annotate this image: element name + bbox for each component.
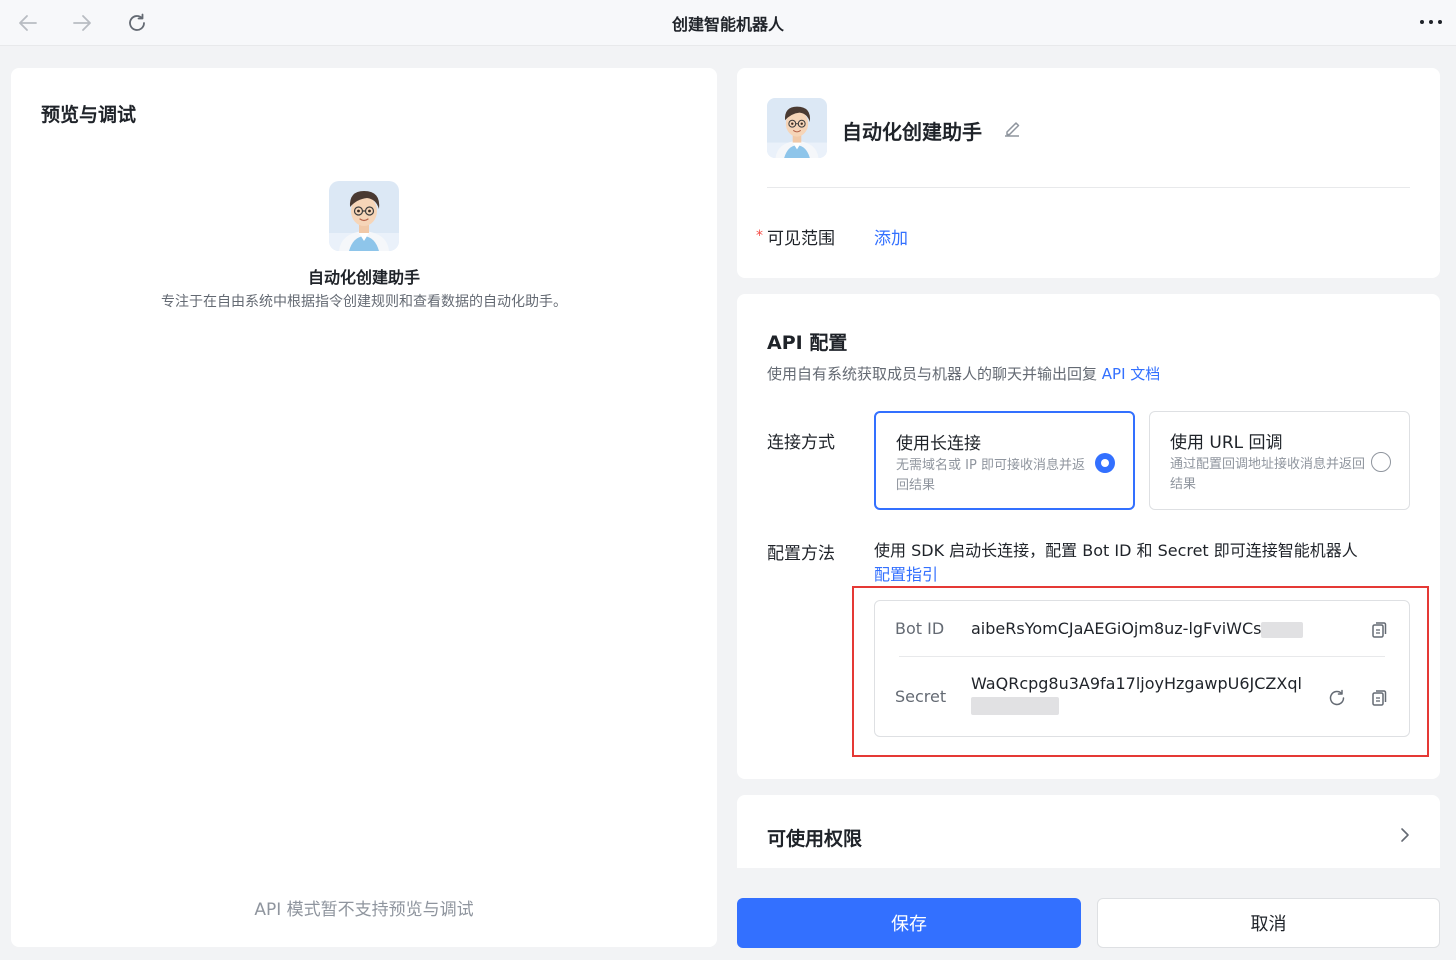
api-desc-text: 使用自有系统获取成员与机器人的聊天并输出回复: [767, 365, 1098, 383]
title-bar: 创建智能机器人: [0, 0, 1456, 46]
bot-name: 自动化创建助手: [307, 268, 420, 287]
option-long-connection[interactable]: 使用长连接 无需域名或 IP 即可接收消息并返回结果: [874, 411, 1135, 510]
refresh-icon[interactable]: [1327, 688, 1347, 708]
preview-unsupported-notice: API 模式暂不支持预览与调试: [254, 900, 474, 920]
option-description: 无需域名或 IP 即可接收消息并返回结果: [896, 458, 1085, 493]
visibility-label: 可见范围: [767, 229, 835, 249]
api-doc-link[interactable]: API 文档: [1102, 365, 1161, 383]
config-guide-link[interactable]: 配置指引: [874, 565, 938, 584]
bot-id-text: aibeRsYomCJaAEGiOjm8uz-lgFviWCs: [971, 619, 1262, 638]
permissions-card[interactable]: 可使用权限: [737, 795, 1440, 868]
api-config-title: API 配置: [767, 332, 848, 354]
radio-unselected[interactable]: [1371, 452, 1391, 472]
api-config-card: API 配置 使用自有系统获取成员与机器人的聊天并输出回复 API 文档 连接方…: [737, 294, 1440, 779]
divider: [899, 656, 1385, 657]
more-icon[interactable]: [1416, 8, 1446, 36]
bot-avatar: [329, 181, 399, 251]
bot-name-heading: 自动化创建助手: [842, 120, 982, 144]
secret-value: WaQRcpg8u3A9fa17ljoyHzgawpU6JCZXql: [971, 674, 1316, 715]
secret-label: Secret: [895, 687, 947, 706]
option-description: 通过配置回调地址接收消息并返回结果: [1170, 457, 1366, 492]
pencil-icon[interactable]: [1002, 119, 1022, 139]
cancel-button[interactable]: 取消: [1097, 898, 1440, 948]
bot-profile-card: 自动化创建助手 * 可见范围 添加: [737, 68, 1440, 278]
required-mark: *: [756, 228, 763, 244]
copy-icon[interactable]: [1369, 688, 1389, 708]
redacted-block: [1261, 621, 1304, 638]
connection-mode-label: 连接方式: [767, 433, 835, 453]
window-title: 创建智能机器人: [671, 15, 784, 34]
credentials-box: Bot ID aibeRsYomCJaAEGiOjm8uz-lgFviWCs S…: [874, 600, 1410, 737]
config-method-label: 配置方法: [767, 544, 835, 564]
bot-id-label: Bot ID: [895, 619, 945, 638]
bot-avatar[interactable]: [767, 98, 827, 158]
permissions-title: 可使用权限: [767, 828, 863, 850]
api-config-description: 使用自有系统获取成员与机器人的聊天并输出回复 API 文档: [767, 363, 1160, 384]
bot-id-value: aibeRsYomCJaAEGiOjm8uz-lgFviWCs: [971, 619, 1304, 638]
bot-description: 专注于在自由系统中根据指令创建规则和查看数据的自动化助手。: [161, 294, 567, 310]
radio-selected[interactable]: [1095, 453, 1115, 473]
preview-panel: 预览与调试 自动化创建助手 专注于在自由系统中根据指令创建规则和查看数据的自动化…: [11, 68, 717, 947]
config-method-text: 使用 SDK 启动长连接，配置 Bot ID 和 Secret 即可连接智能机器…: [874, 539, 1414, 587]
add-visibility-link[interactable]: 添加: [874, 224, 908, 249]
preview-title: 预览与调试: [41, 104, 137, 126]
copy-icon[interactable]: [1369, 620, 1389, 640]
secret-text: WaQRcpg8u3A9fa17ljoyHzgawpU6JCZXql: [971, 674, 1302, 693]
option-title: 使用 URL 回调: [1170, 433, 1283, 453]
redacted-block: [971, 697, 1059, 715]
divider: [767, 187, 1410, 188]
option-url-callback[interactable]: 使用 URL 回调 通过配置回调地址接收消息并返回结果: [1149, 411, 1410, 510]
save-button[interactable]: 保存: [737, 898, 1081, 948]
chevron-right-icon[interactable]: [1398, 825, 1412, 845]
option-title: 使用长连接: [896, 434, 981, 454]
config-method-description: 使用 SDK 启动长连接，配置 Bot ID 和 Secret 即可连接智能机器…: [874, 541, 1358, 560]
